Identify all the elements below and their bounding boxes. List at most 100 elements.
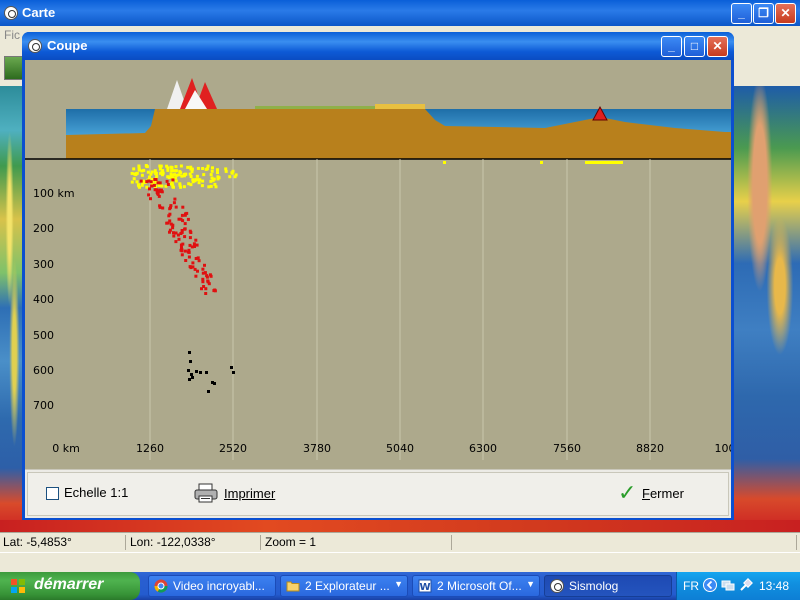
- hypocenter-dot: [168, 230, 171, 234]
- hypocenter-dot: [181, 242, 185, 246]
- dialog-minimize-button[interactable]: _: [661, 36, 682, 57]
- hypocenter-dot: [201, 167, 205, 170]
- hypocenter-dot: [188, 243, 192, 247]
- distance-label: 1260: [136, 442, 164, 455]
- hypocenter-dot: [194, 274, 198, 278]
- hypocenter-dot: [166, 168, 170, 172]
- taskbar-item-word[interactable]: W 2 Microsoft Of... ▼: [412, 575, 540, 597]
- hypocenter-dot: [213, 289, 217, 293]
- system-tray: FR 13:48: [676, 572, 800, 600]
- hypocenter-dot: [189, 360, 192, 363]
- depth-label: 300: [33, 258, 54, 271]
- hypocenter-dot: [130, 171, 134, 175]
- hypocenter-dot: [204, 167, 208, 171]
- hypocenter-dot: [216, 177, 220, 181]
- depth-grid: [149, 159, 651, 460]
- hypocenter-dot: [204, 287, 208, 291]
- hypocenter-dot: [199, 371, 202, 374]
- hypocenter-dot: [174, 231, 178, 235]
- depth-label: 100 km: [33, 187, 75, 200]
- hypocenter-dot: [153, 178, 157, 181]
- sismolog-icon: [550, 579, 564, 593]
- dialog-titlebar[interactable]: Coupe _ □ ✕: [22, 32, 734, 60]
- hypocenter-dot: [208, 273, 212, 277]
- taskbar-item-label: Sismolog: [569, 579, 619, 593]
- hypocenter-dot: [166, 183, 170, 186]
- print-button[interactable]: Imprimer: [194, 481, 304, 507]
- hypocenter-dot: [183, 172, 187, 176]
- hypocenter-dot: [189, 231, 193, 234]
- hypocenter-dot: [195, 174, 199, 178]
- hypocenter-dot: [172, 185, 175, 189]
- distance-label: 3780: [303, 442, 331, 455]
- main-window-titlebar[interactable]: Carte _ ❐ ✕: [0, 0, 800, 26]
- dialog-close-button[interactable]: ✕: [707, 36, 728, 57]
- taskbar-item-explorer[interactable]: 2 Explorateur ... ▼: [280, 575, 408, 597]
- hypocenter-dot: [197, 181, 201, 185]
- hypocenter-dot: [183, 222, 187, 226]
- hypocenter-dot: [137, 168, 141, 172]
- taskbar-item-label: 2 Microsoft Of...: [437, 579, 522, 593]
- hypocenter-dot: [188, 351, 191, 354]
- hypocenter-dot: [195, 370, 198, 373]
- hypocenter-dot: [171, 178, 175, 182]
- taskbar-item-sismolog[interactable]: Sismolog: [544, 575, 672, 597]
- hypocenter-dot: [180, 229, 184, 232]
- distance-label: 5040: [386, 442, 414, 455]
- hypocenter-dot: [172, 201, 176, 205]
- dialog-maximize-button[interactable]: □: [684, 36, 705, 57]
- windows-flag-icon: [11, 579, 25, 593]
- hypocenter-dot: [140, 183, 144, 187]
- hypocenter-dot: [187, 255, 191, 259]
- scale-checkbox-label: Echelle 1:1: [64, 485, 129, 500]
- close-dialog-button[interactable]: ✓ Fermer: [618, 481, 708, 507]
- start-label: démarrer: [34, 576, 104, 593]
- satellite-icon[interactable]: [739, 578, 753, 592]
- hypocenter-dot: [213, 182, 217, 186]
- hypocenter-dot: [186, 217, 190, 221]
- hypocenter-dot: [166, 175, 170, 179]
- distance-label: 8820: [636, 442, 664, 455]
- tray-expand-icon[interactable]: [703, 578, 717, 592]
- hypocenter-dot: [158, 181, 162, 185]
- hypocenter-dot: [187, 250, 191, 254]
- hypocenter-dot: [174, 205, 178, 209]
- hypocenter-dot: [232, 371, 235, 374]
- hypocenter-dot: [191, 261, 195, 265]
- taskbar-item-label: 2 Explorateur ...: [305, 579, 390, 593]
- restore-button[interactable]: ❐: [753, 3, 774, 24]
- start-button[interactable]: démarrer: [0, 572, 140, 600]
- chrome-icon: [154, 579, 168, 593]
- taskbar-item-video[interactable]: Video incroyabl...: [148, 575, 276, 597]
- map-tool-icon[interactable]: [4, 56, 24, 80]
- folder-icon: [286, 581, 300, 592]
- hypocenter-dot: [148, 187, 151, 191]
- hypocenter-dot: [135, 180, 139, 184]
- hypocenter-dot: [150, 170, 154, 174]
- hypocenter-dot: [180, 213, 184, 217]
- hypocenter-dot: [205, 274, 209, 278]
- hypocenter-dot: [174, 179, 178, 183]
- hypocenter-dot: [169, 165, 173, 169]
- depth-axis: 100 km 200 300 400 500 600 700: [33, 187, 75, 412]
- hypocenter-dot: [132, 177, 136, 181]
- hypocenter-dot: [144, 164, 148, 167]
- hypocenter-dot: [206, 164, 210, 168]
- hypocenter-dot: [139, 179, 143, 183]
- minimize-button[interactable]: _: [731, 3, 752, 24]
- network-icon[interactable]: [721, 578, 735, 592]
- shallow-quake-dot: [540, 161, 543, 164]
- main-window-title: Carte: [22, 5, 56, 20]
- hypocenter-dot: [182, 185, 186, 189]
- hypocenter-dot: [190, 167, 194, 171]
- language-indicator[interactable]: FR: [683, 579, 699, 593]
- close-button[interactable]: ✕: [775, 3, 796, 24]
- hypocenter-dot: [190, 373, 193, 376]
- hypocenter-dot: [178, 170, 182, 174]
- scale-checkbox[interactable]: [46, 487, 59, 500]
- hypocenter-dot: [160, 171, 163, 175]
- hypocenter-dot: [205, 371, 208, 374]
- menu-item-file[interactable]: Fic: [4, 28, 20, 42]
- app-icon: [4, 6, 18, 20]
- hypocenter-dot: [202, 173, 206, 177]
